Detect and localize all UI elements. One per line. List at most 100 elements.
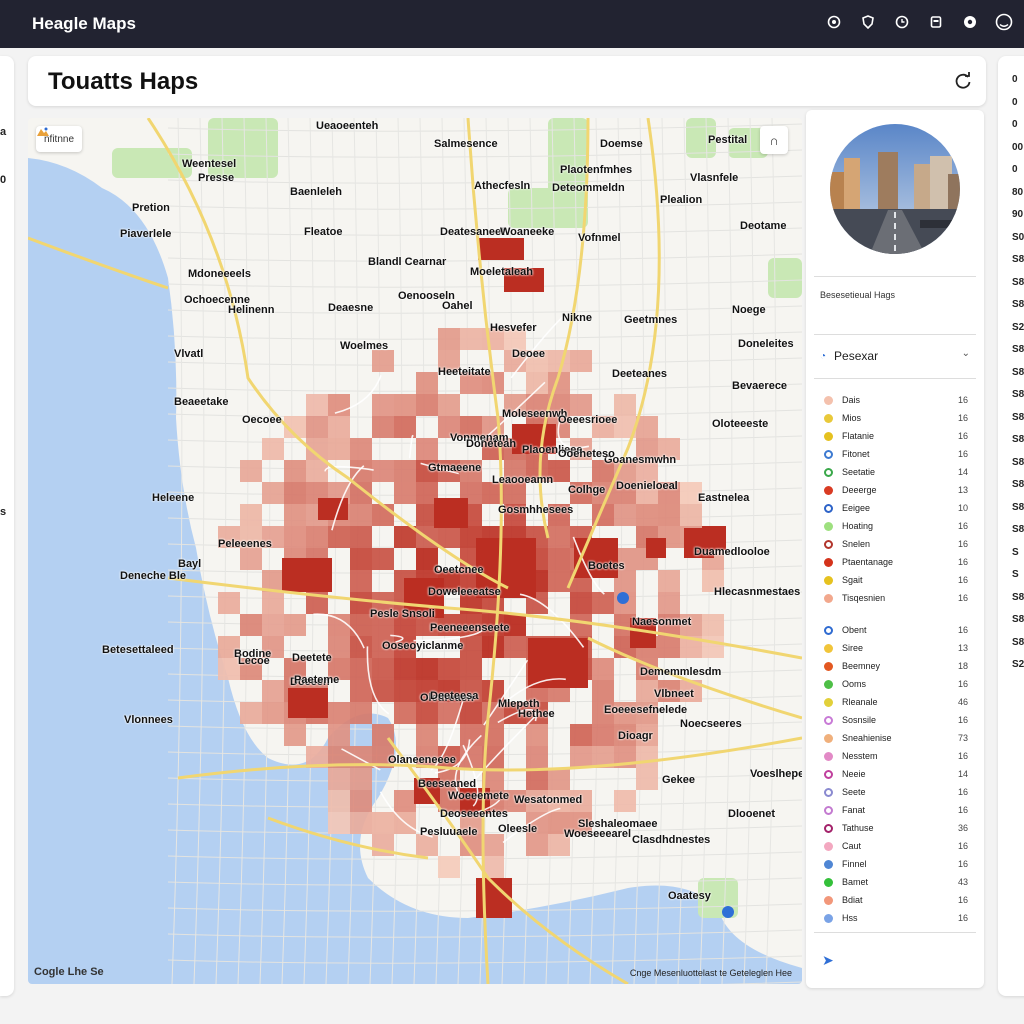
legend-item[interactable]: Snelen 16	[822, 538, 968, 552]
legend-item[interactable]: Hss 16	[822, 912, 968, 926]
refresh-icon[interactable]	[952, 70, 974, 92]
choropleth-cell	[262, 702, 284, 724]
top-bar: Heagle Maps	[0, 0, 1024, 48]
legend-item[interactable]: Finnel 16	[822, 858, 968, 872]
legend-count: 73	[957, 733, 968, 743]
legend-item[interactable]: Obent 16	[822, 624, 968, 638]
legend-item[interactable]: Caut 16	[822, 840, 968, 854]
divider	[814, 276, 976, 277]
choropleth-cell	[350, 812, 372, 834]
layer-chip[interactable]: nfitnne	[36, 126, 83, 152]
map-place-label: Gekee	[662, 774, 696, 786]
legend-item[interactable]: Neeie 14	[822, 768, 968, 782]
map-place-label: Pretion	[132, 202, 170, 214]
page-title: Touatts Haps	[48, 68, 199, 95]
legend-label: Nesstem	[842, 751, 878, 761]
legend-item[interactable]: Ooms 16	[822, 678, 968, 692]
choropleth-cell	[350, 438, 372, 460]
legend-count: 18	[957, 661, 968, 671]
legend-label: Tathuse	[842, 823, 874, 833]
legend-item[interactable]: Siree 13	[822, 642, 968, 656]
choropleth-cell	[416, 394, 438, 416]
map-place-label: Bevaerece	[732, 380, 788, 392]
legend-item[interactable]: Bamet 43	[822, 876, 968, 890]
choropleth-cell	[372, 658, 394, 680]
legend-count: 16	[957, 859, 968, 869]
clock-icon[interactable]	[892, 12, 912, 32]
fullscreen-button[interactable]: ∩	[760, 126, 788, 154]
right-strip-item: 0	[1012, 96, 1018, 108]
legend-item[interactable]: Deeerge 13	[822, 484, 968, 498]
legend-item[interactable]: Seetatie 14	[822, 466, 968, 480]
legend-label: Sgait	[842, 575, 863, 585]
right-strip-item: S8	[1012, 456, 1024, 468]
choropleth-cell	[394, 680, 416, 702]
navigate-icon[interactable]: ➤	[822, 952, 834, 969]
legend-item[interactable]: Dais 16	[822, 394, 968, 408]
map-place-label: Deeteesa	[430, 690, 479, 702]
legend-item[interactable]: Flatanie 16	[822, 430, 968, 444]
legend-label: Seetatie	[842, 467, 876, 477]
clipboard-icon[interactable]	[926, 12, 946, 32]
map-place-label: Leaooeamn	[492, 474, 554, 486]
legend-item[interactable]: Rleanale 46	[822, 696, 968, 710]
choropleth-cell	[504, 636, 526, 658]
legend-label: Finnel	[842, 859, 867, 869]
left-strip-text: s	[0, 506, 7, 518]
map-place-label: Plealion	[660, 194, 703, 206]
choropleth-cell	[306, 394, 328, 416]
dropdown-label: Pesexar	[834, 349, 879, 363]
legend-item[interactable]: Seete 16	[822, 786, 968, 800]
choropleth-cell	[548, 526, 570, 548]
choropleth-cell	[284, 460, 306, 482]
legend-item[interactable]: Fitonet 16	[822, 448, 968, 462]
legend-item[interactable]: Hoating 16	[822, 520, 968, 534]
legend-item[interactable]: Sneahienise 73	[822, 732, 968, 746]
choropleth-cell	[262, 614, 284, 636]
legend-count: 16	[957, 539, 968, 549]
legend-swatch	[824, 396, 833, 405]
layer-dropdown[interactable]: ◔ Pesexar ⌄	[820, 346, 970, 366]
map-canvas[interactable]: Ueaoeenteh Salmesence Doemse Pestital Weente…	[28, 118, 802, 984]
map-place-label: Deatesaneet	[440, 226, 505, 238]
profile-icon[interactable]	[994, 12, 1014, 32]
map-place-label: Beaeetake	[174, 396, 229, 408]
location-pin	[617, 592, 629, 604]
legend-item[interactable]: Sosnsile 16	[822, 714, 968, 728]
legend-swatch	[824, 860, 833, 869]
legend-item[interactable]: Beemney 18	[822, 660, 968, 674]
district-border	[408, 434, 414, 459]
legend-item[interactable]: Bdiat 16	[822, 894, 968, 908]
divider	[814, 378, 976, 379]
map-place-label: Woelmes	[340, 340, 389, 352]
legend-item[interactable]: Mios 16	[822, 412, 968, 426]
at-icon[interactable]	[824, 12, 844, 32]
legend-swatch	[824, 576, 833, 585]
choropleth-cell	[350, 702, 372, 724]
map-place-label: Eoeeesefnelede	[604, 704, 688, 716]
legend-item[interactable]: Fanat 16	[822, 804, 968, 818]
choropleth-cell	[548, 768, 570, 790]
legend-item[interactable]: Ptaentanage 16	[822, 556, 968, 570]
minor-road	[167, 461, 802, 470]
map-place-label: Vlbneet	[654, 688, 694, 700]
legend-count: 46	[957, 697, 968, 707]
legend-item[interactable]: Eeigee 10	[822, 502, 968, 516]
map-place-label: Doemse	[600, 138, 643, 150]
right-collapsed-panel[interactable]: 0 0 0 00 0 80 90 S0 S8 S8 S8 S2 S8 S8 S8 S8 S8 S8 S8 S8 S8 S S…	[998, 56, 1024, 996]
map-place-label: Beeseaned	[418, 778, 477, 790]
location-photo[interactable]	[830, 124, 960, 254]
legend-item[interactable]: Tathuse 36	[822, 822, 968, 836]
left-collapsed-panel[interactable]: a 0 s	[0, 56, 14, 996]
map-place-label: Fleatoe	[304, 226, 343, 238]
right-strip-item: S8	[1012, 479, 1024, 490]
message-icon[interactable]	[960, 12, 980, 32]
map-place-label: Vlonnees	[124, 714, 173, 726]
legend-item[interactable]: Tisqesnien 16	[822, 592, 968, 606]
map-place-label: Vlasnfele	[690, 172, 739, 184]
legend-item[interactable]: Sgait 16	[822, 574, 968, 588]
shield-icon[interactable]	[858, 12, 878, 32]
choropleth-cell	[394, 658, 416, 680]
map-place-label: Peleeenes	[218, 538, 272, 550]
legend-item[interactable]: Nesstem 16	[822, 750, 968, 764]
